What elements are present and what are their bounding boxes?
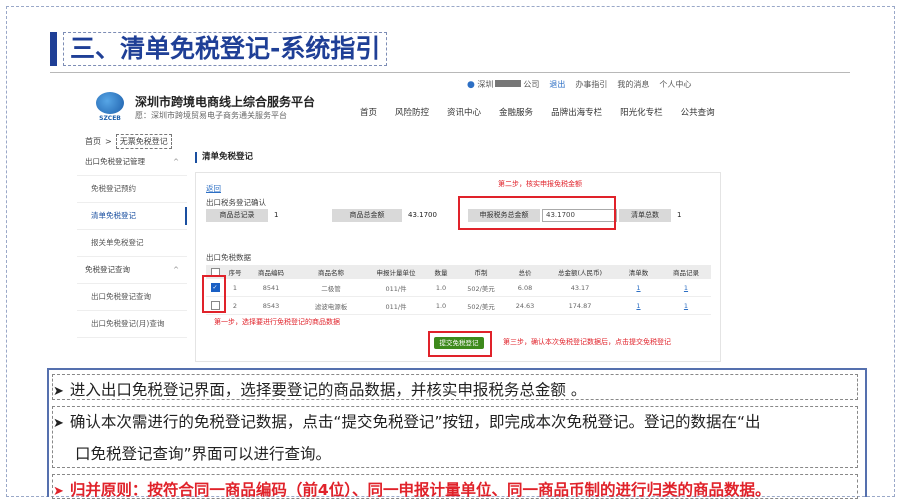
sidebar: 出口免税登记管理 ^ 免税登记预约 清单免税登记 报关单免税登记 免税登记查询 ^ … xyxy=(77,149,187,338)
slide-heading: 三、清单免税登记-系统指引 xyxy=(50,31,388,67)
list-count-label: 清单总数 xyxy=(619,209,671,222)
total-records-value: 1 xyxy=(274,211,279,219)
section-confirm-title: 出口税务登记确认 xyxy=(206,198,266,207)
registration-panel: 返回 出口税务登记确认 商品总记录 1 商品总金额 43.1700 申报税务总金… xyxy=(195,172,721,362)
record-link[interactable]: 1 xyxy=(661,296,711,315)
slide-title: 三、清单免税登记-系统指引 xyxy=(63,32,388,66)
list-count-value: 1 xyxy=(677,211,682,219)
chevron-up-icon: ^ xyxy=(173,158,179,166)
main-content: 清单免税登记 返回 出口税务登记确认 商品总记录 1 商品总金额 43.1700… xyxy=(195,152,721,362)
nav-finance[interactable]: 金融服务 xyxy=(499,106,533,118)
sidebar-item-monthly-query[interactable]: 出口免税登记(月)查询 xyxy=(77,311,187,338)
sidebar-item-list-registration[interactable]: 清单免税登记 xyxy=(77,203,187,230)
total-records-label: 商品总记录 xyxy=(206,209,268,222)
note-item: ➤ 进入出口免税登记界面，选择要登记的商品数据，并核实申报税务总金额 。 xyxy=(53,381,587,399)
goods-table: 序号 商品编码 商品名称 申报计量单位 数量 币制 总价 总金额(人民币) 清单… xyxy=(206,265,711,315)
step2-note: 第二步，核实申报免税金额 xyxy=(498,180,582,188)
nav-news[interactable]: 资讯中心 xyxy=(447,106,481,118)
notes-box: ➤ 进入出口免税登记界面，选择要登记的商品数据，并核实申报税务总金额 。 ➤ 确认本… xyxy=(47,368,867,499)
arrow-bullet-icon: ➤ xyxy=(53,384,64,399)
total-amount-label: 商品总金额 xyxy=(332,209,402,222)
breadcrumb: 首页 > 无票免税登记 xyxy=(85,134,172,149)
heading-accent-bar xyxy=(50,32,57,66)
nav-brand[interactable]: 品牌出海专栏 xyxy=(551,106,602,118)
sidebar-item-export-query[interactable]: 出口免税登记查询 xyxy=(77,284,187,311)
szceb-logo[interactable]: SZCEB xyxy=(93,92,127,124)
step3-note: 第三步，确认本次免税登记数据后，点击提交免税登记 xyxy=(503,338,671,346)
nav-risk[interactable]: 风险防控 xyxy=(395,106,429,118)
user-menu[interactable]: ● 深圳 公司 xyxy=(467,79,539,90)
note-item: ➤ 确认本次需进行的免税登记数据，点击“提交免税登记”按钮，即完成本次免税登记。登… xyxy=(53,413,761,431)
messages-link[interactable]: 我的消息 xyxy=(617,79,649,90)
nav-public-query[interactable]: 公共查询 xyxy=(681,106,715,118)
user-icon: ● xyxy=(467,80,475,90)
logout-link[interactable]: 退出 xyxy=(549,79,565,90)
sidebar-item-appointment[interactable]: 免税登记预约 xyxy=(77,176,187,203)
brand-title: 深圳市跨境电商线上综合服务平台 xyxy=(135,95,316,109)
table-header: 序号 商品编码 商品名称 申报计量单位 数量 币制 总价 总金额(人民币) 清单… xyxy=(206,265,711,279)
guide-link[interactable]: 办事指引 xyxy=(575,79,607,90)
personal-center-link[interactable]: 个人中心 xyxy=(659,79,691,90)
back-link[interactable]: 返回 xyxy=(206,183,221,194)
record-link[interactable]: 1 xyxy=(661,279,711,297)
sidebar-group-export-mgmt[interactable]: 出口免税登记管理 ^ xyxy=(77,149,187,176)
step1-highlight xyxy=(202,275,226,313)
step1-note: 第一步，选择要进行免税登记的商品数据 xyxy=(214,318,340,326)
logo-globe-icon xyxy=(96,92,124,114)
app-screenshot: ● 深圳 公司 退出 办事指引 我的消息 个人中心 SZCEB 深圳市跨境电商线上… xyxy=(77,76,725,363)
note-item-rule: ➤ 归并原则：按符合同一商品编码（前4位）、同一申报计量单位、同一商品币制的进行归… xyxy=(53,481,771,499)
divider xyxy=(50,72,850,73)
sidebar-group-query[interactable]: 免税登记查询 ^ xyxy=(77,257,187,284)
main-nav: 首页 风险防控 资讯中心 金融服务 品牌出海专栏 阳光化专栏 公共查询 xyxy=(360,106,715,118)
submit-registration-button[interactable]: 提交免税登记 xyxy=(434,337,484,349)
redacted-name xyxy=(495,80,522,87)
list-count-link[interactable]: 1 xyxy=(616,296,661,315)
chevron-up-icon: ^ xyxy=(173,266,179,274)
page-title: 清单免税登记 xyxy=(195,152,719,163)
step2-highlight xyxy=(458,196,616,230)
section-data-title: 出口免税数据 xyxy=(206,253,251,262)
table-row: ✓ 1 8541 二极管 011/件 1.0 502/美元 6.08 43.17… xyxy=(206,279,711,297)
note-item-continued: 口免税登记查询”界面可以进行查询。 xyxy=(75,445,332,463)
breadcrumb-current: 无票免税登记 xyxy=(115,134,172,149)
list-count-link[interactable]: 1 xyxy=(616,279,661,297)
arrow-bullet-icon: ➤ xyxy=(53,416,64,431)
top-bar: ● 深圳 公司 退出 办事指引 我的消息 个人中心 xyxy=(467,79,691,90)
nav-home[interactable]: 首页 xyxy=(360,106,377,118)
breadcrumb-home[interactable]: 首页 xyxy=(85,136,101,147)
table-row: 2 8543 滤波电源板 011/件 1.0 502/美元 24.63 174.… xyxy=(206,296,711,315)
sidebar-item-customs-registration[interactable]: 报关单免税登记 xyxy=(77,230,187,257)
nav-sunshine[interactable]: 阳光化专栏 xyxy=(620,106,663,118)
breadcrumb-separator: > xyxy=(105,137,112,146)
brand-subtitle: 愿：深圳市跨境贸易电子商务通关服务平台 xyxy=(135,111,287,120)
arrow-bullet-icon: ➤ xyxy=(53,484,64,499)
